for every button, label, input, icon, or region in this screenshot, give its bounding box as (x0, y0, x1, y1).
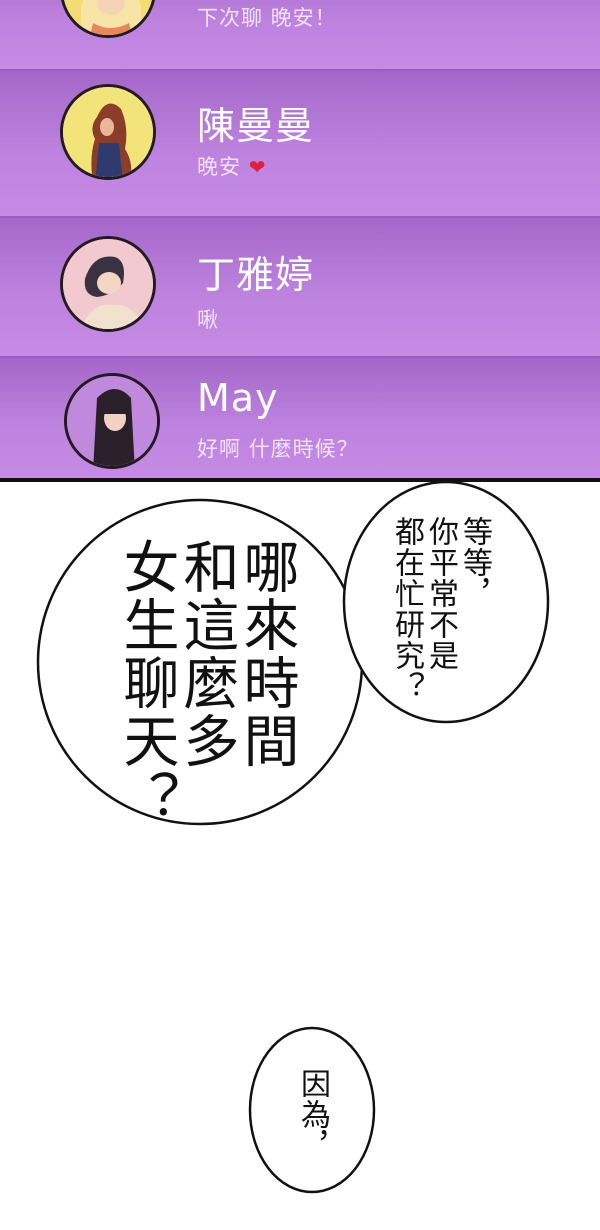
chat-name: 陳曼曼 (197, 104, 315, 148)
chat-row[interactable]: May 好啊 什麼時候？ (0, 358, 600, 479)
preview-text: 晚安 (197, 155, 241, 179)
chat-list: 下次聊 晚安！ 陳曼曼 晚安 ❤ 丁雅婷 啾 May 好啊 什麼時候？ (0, 0, 600, 479)
bubble-text-line: 等等， (457, 516, 492, 609)
bubble-text-line: 女生聊天？ (114, 538, 179, 828)
chat-name: 丁雅婷 (197, 253, 315, 297)
dark-hair-woman-avatar (60, 236, 156, 332)
long-hair-woman-avatar (64, 373, 160, 469)
chat-row[interactable]: 陳曼曼 晚安 ❤ (0, 71, 600, 218)
chat-preview: 下次聊 晚安！ (197, 6, 337, 30)
redhead-woman-avatar (60, 84, 156, 180)
chat-row[interactable]: 丁雅婷 啾 (0, 218, 600, 358)
speech-bubbles: 哪來時間 和這麼多 女生聊天？ 等等， 你平常不是 都在忙研究？ 因為， (0, 482, 600, 1230)
blonde-woman-avatar (60, 0, 156, 38)
bubble-text-line: 和這麼多 (174, 538, 239, 770)
bubble-text-line: 都在忙研究？ (389, 516, 424, 702)
bubble-text-line: 因為， (295, 1068, 330, 1161)
chat-preview: 好啊 什麼時候？ (197, 437, 359, 461)
chat-name: May (197, 376, 279, 420)
chat-preview: 晚安 ❤ (197, 151, 266, 181)
bubble-text-line: 你平常不是 (423, 516, 458, 671)
bubble-text-line: 哪來時間 (234, 538, 299, 770)
heart-icon: ❤ (248, 155, 267, 179)
chat-preview: 啾 (197, 308, 219, 332)
chat-row[interactable]: 下次聊 晚安！ (0, 0, 600, 71)
